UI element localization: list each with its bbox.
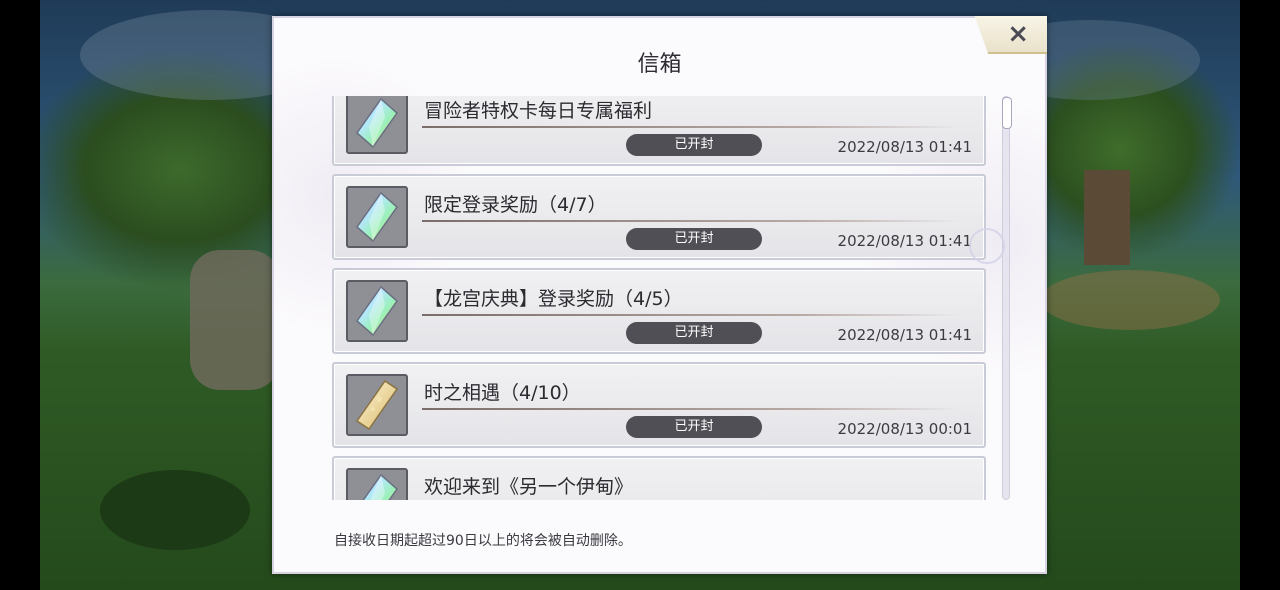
footer-note: 自接收日期起超过90日以上的将会被自动删除。 — [334, 533, 632, 549]
scrollbar-thumb[interactable] — [1002, 97, 1012, 129]
divider — [422, 220, 962, 222]
mail-item[interactable]: 【龙宫庆典】登录奖励（4/5） 已开封 2022/08/13 01:41 — [332, 268, 986, 354]
divider — [422, 408, 962, 410]
mail-item[interactable]: 欢迎来到《另一个伊甸》 — [332, 456, 986, 500]
mail-item[interactable]: 限定登录奖励（4/7） 已开封 2022/08/13 01:41 — [332, 174, 986, 260]
background-tree-trunk — [1084, 170, 1130, 265]
crystal-icon — [346, 280, 408, 342]
mail-list[interactable]: 冒险者特权卡每日专属福利 已开封 2022/08/13 01:41 限定登录奖励… — [332, 96, 992, 500]
divider — [422, 126, 962, 128]
dialog-title: 信箱 — [637, 52, 682, 77]
mail-item[interactable]: 冒险者特权卡每日专属福利 已开封 2022/08/13 01:41 — [332, 96, 986, 166]
mail-subject: 【龙宫庆典】登录奖励（4/5） — [424, 288, 683, 310]
mailbox-dialog: 信箱 × 冒险者特权卡每日专属福利 已开封 2022/08/13 01:41 限… — [272, 16, 1047, 574]
mail-subject: 限定登录奖励（4/7） — [424, 194, 607, 216]
ticket-icon — [346, 374, 408, 436]
scrollbar[interactable] — [1002, 96, 1012, 500]
status-badge: 已开封 — [626, 228, 762, 250]
status-badge: 已开封 — [626, 322, 762, 344]
touch-indicator — [969, 228, 1005, 264]
mail-subject: 冒险者特权卡每日专属福利 — [424, 100, 653, 122]
status-badge: 已开封 — [626, 134, 762, 156]
close-icon: × — [1007, 19, 1029, 49]
status-badge: 已开封 — [626, 416, 762, 438]
crystal-icon — [346, 468, 408, 500]
mail-subject: 时之相遇（4/10） — [424, 382, 581, 404]
background-rock — [190, 250, 280, 390]
crystal-icon — [346, 96, 408, 154]
mail-date: 2022/08/13 01:41 — [837, 326, 972, 344]
mail-date: 2022/08/13 01:41 — [837, 232, 972, 250]
mail-date: 2022/08/13 01:41 — [837, 138, 972, 156]
divider — [422, 314, 962, 316]
crystal-icon — [346, 186, 408, 248]
background-bush — [100, 470, 250, 550]
background-path — [1040, 270, 1220, 330]
mail-subject: 欢迎来到《另一个伊甸》 — [424, 476, 634, 498]
mail-item[interactable]: 时之相遇（4/10） 已开封 2022/08/13 00:01 — [332, 362, 986, 448]
mail-date: 2022/08/13 00:01 — [837, 420, 972, 438]
